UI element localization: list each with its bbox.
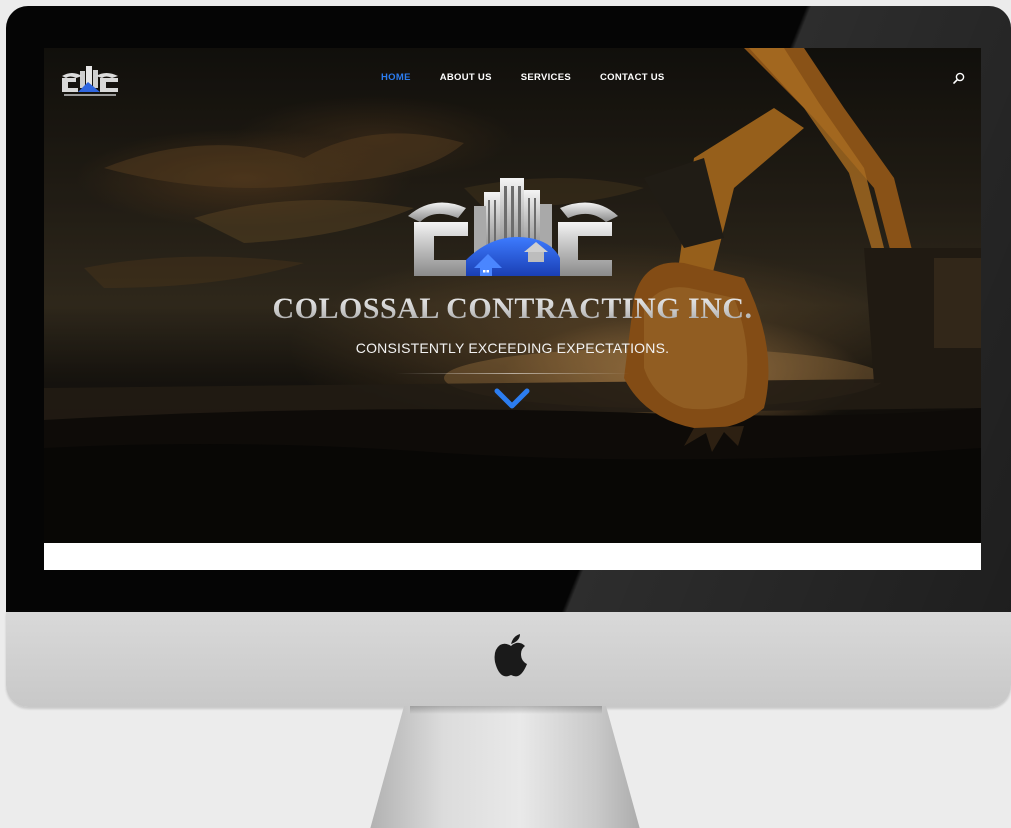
monitor-mockup: HOME ABOUT US SERVICES CONTACT US COLOSS… (0, 0, 1011, 828)
main-nav: HOME ABOUT US SERVICES CONTACT US (381, 72, 694, 83)
hero-tagline: CONSISTENTLY EXCEEDING EXPECTATIONS. (355, 340, 670, 356)
nav-about-us[interactable]: ABOUT US (440, 72, 492, 83)
website-screen: HOME ABOUT US SERVICES CONTACT US COLOSS… (44, 48, 981, 570)
nav-services[interactable]: SERVICES (521, 72, 571, 83)
hero-divider (396, 373, 630, 374)
company-emblem (408, 178, 618, 276)
content-section (44, 543, 981, 570)
hero-section: HOME ABOUT US SERVICES CONTACT US COLOSS… (44, 48, 981, 543)
site-logo[interactable] (58, 62, 124, 100)
monitor-stand (370, 706, 640, 828)
apple-logo-icon (494, 634, 527, 677)
search-icon[interactable] (952, 71, 966, 85)
chevron-down-icon[interactable] (494, 386, 530, 412)
nav-contact-us[interactable]: CONTACT US (600, 72, 665, 83)
nav-home[interactable]: HOME (381, 72, 411, 83)
stand-shadow (410, 706, 602, 714)
hero-title: COLOSSAL CONTRACTING INC. (44, 292, 981, 326)
